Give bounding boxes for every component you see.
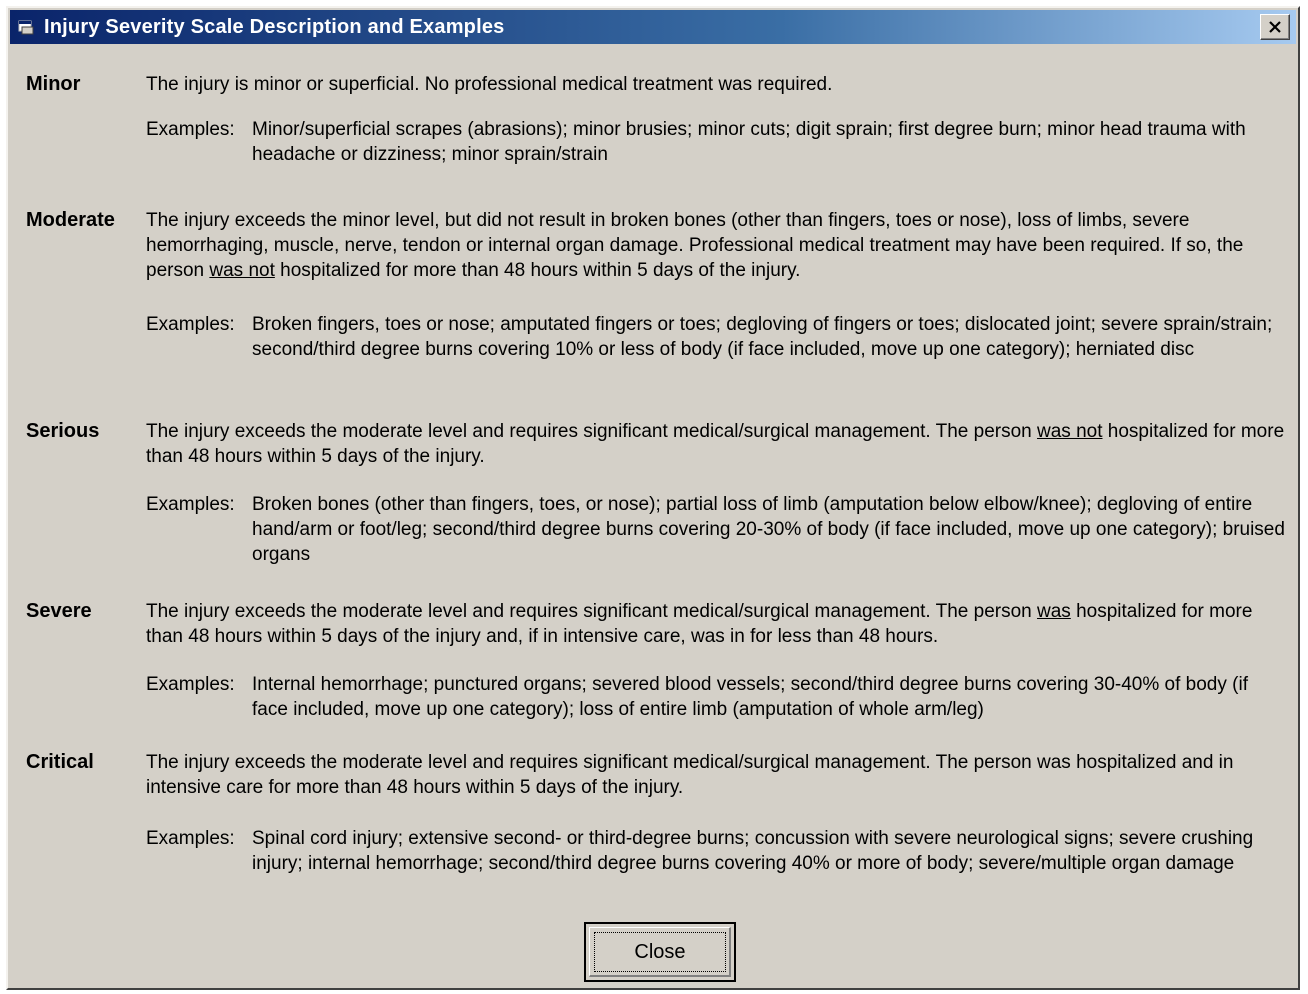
severity-moderate: Moderate The injury exceeds the minor le… — [26, 208, 1286, 362]
examples-text: Broken fingers, toes or nose; amputated … — [252, 314, 1273, 360]
title-close-button[interactable] — [1260, 14, 1290, 40]
severity-label: Serious — [26, 420, 100, 442]
close-button-label: Close — [634, 940, 686, 963]
dialog-window: Injury Severity Scale Description and Ex… — [6, 6, 1300, 990]
examples-text: Broken bones (other than fingers, toes, … — [252, 494, 1285, 565]
severity-label: Minor — [26, 73, 81, 95]
examples-text: Minor/superficial scrapes (abrasions); m… — [252, 119, 1246, 165]
severity-examples: Examples: Spinal cord injury; extensive … — [146, 826, 1286, 876]
description-text: hospitalized for more than 48 hours with… — [274, 260, 801, 281]
severity-description: The injury is minor or superficial. No p… — [146, 74, 833, 95]
examples-label: Examples: — [146, 119, 235, 140]
severity-examples: Examples: Broken bones (other than finge… — [146, 492, 1286, 567]
application-icon[interactable] — [16, 17, 36, 37]
severity-minor: Minor The injury is minor or superficial… — [26, 72, 1286, 167]
title-bar[interactable]: Injury Severity Scale Description and Ex… — [10, 10, 1296, 44]
examples-label: Examples: — [146, 828, 235, 849]
emphasis-text: was not — [209, 260, 275, 281]
severity-label: Severe — [26, 600, 92, 622]
description-text: The injury exceeds the moderate level an… — [146, 601, 1038, 622]
severity-label: Moderate — [26, 209, 115, 231]
examples-label: Examples: — [146, 314, 235, 335]
severity-examples: Examples: Internal hemorrhage; punctured… — [146, 672, 1286, 722]
close-button[interactable]: Close — [584, 922, 736, 982]
window-title: Injury Severity Scale Description and Ex… — [44, 15, 505, 38]
severity-severe: Severe The injury exceeds the moderate l… — [26, 599, 1286, 722]
severity-description: The injury exceeds the moderate level an… — [146, 752, 1234, 798]
severity-description: The injury exceeds the moderate level an… — [146, 599, 1286, 649]
examples-text: Internal hemorrhage; punctured organs; s… — [252, 674, 1248, 720]
severity-serious: Serious The injury exceeds the moderate … — [26, 419, 1286, 567]
severity-critical: Critical The injury exceeds the moderate… — [26, 750, 1286, 876]
emphasis-text: was not — [1037, 421, 1103, 442]
examples-text: Spinal cord injury; extensive second- or… — [252, 828, 1254, 874]
close-icon — [1269, 21, 1281, 33]
severity-examples: Examples: Broken fingers, toes or nose; … — [146, 312, 1286, 362]
examples-label: Examples: — [146, 494, 235, 515]
severity-description: The injury exceeds the moderate level an… — [146, 419, 1286, 469]
description-text: The injury exceeds the moderate level an… — [146, 421, 1038, 442]
severity-label: Critical — [26, 751, 94, 773]
examples-label: Examples: — [146, 674, 235, 695]
emphasis-text: was — [1037, 601, 1071, 622]
severity-description: The injury exceeds the minor level, but … — [146, 208, 1286, 283]
severity-examples: Examples: Minor/superficial scrapes (abr… — [146, 117, 1286, 167]
